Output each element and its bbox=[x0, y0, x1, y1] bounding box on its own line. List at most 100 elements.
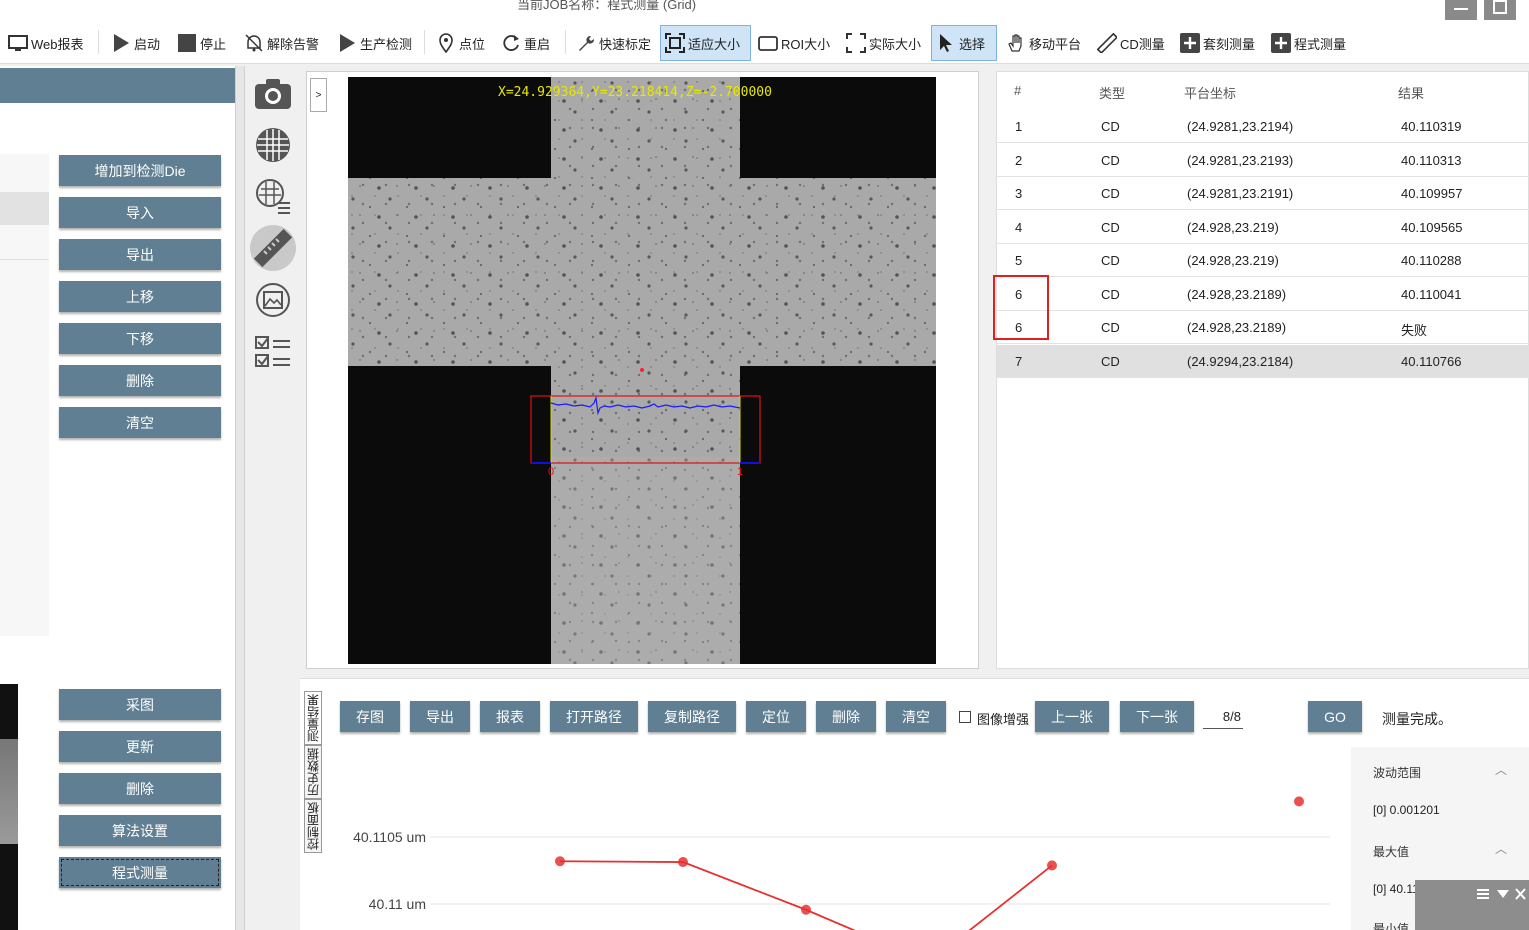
capture-image-button[interactable]: 采图 bbox=[59, 689, 221, 720]
export-button[interactable]: 导出 bbox=[59, 239, 221, 270]
open-path-button[interactable]: 打开路径 bbox=[550, 701, 638, 732]
update-button[interactable]: 更新 bbox=[59, 731, 221, 762]
restart-button[interactable]: 重启 bbox=[497, 25, 554, 61]
result-chart[interactable]: 40.1105 um 40.11 um bbox=[330, 779, 1350, 930]
cell-index: 2 bbox=[1015, 152, 1023, 168]
cell-result: 40.110313 bbox=[1401, 152, 1462, 168]
maximize-icon bbox=[1493, 0, 1507, 14]
point-button[interactable]: 点位 bbox=[432, 25, 489, 61]
expand-panel-button[interactable]: > bbox=[310, 78, 327, 112]
grid-list-tool[interactable] bbox=[250, 173, 296, 219]
actual-size-button[interactable]: 实际大小 bbox=[842, 25, 925, 61]
cell-type: CD bbox=[1101, 253, 1120, 268]
roi-size-button[interactable]: ROI大小 bbox=[754, 25, 834, 61]
point-label: 点位 bbox=[459, 36, 486, 52]
die-list-selected-row[interactable] bbox=[0, 192, 49, 225]
location-pin-icon bbox=[439, 33, 453, 53]
image-enhance-checkbox[interactable] bbox=[959, 711, 971, 723]
delete-button[interactable]: 删除 bbox=[59, 365, 221, 396]
locate-button[interactable]: 定位 bbox=[746, 701, 806, 732]
maximize-button[interactable] bbox=[1484, 0, 1516, 22]
image-enhance-label: 图像增强 bbox=[977, 712, 1030, 727]
move-up-button[interactable]: 上移 bbox=[59, 281, 221, 312]
cell-stage-coord: (24.928,23.219) bbox=[1187, 219, 1279, 235]
move-down-button[interactable]: 下移 bbox=[59, 323, 221, 354]
thumbnail-preview bbox=[0, 684, 18, 930]
minimize-button[interactable] bbox=[1445, 0, 1477, 22]
cell-stage-coord: (24.9294,23.2184) bbox=[1187, 353, 1294, 369]
table-row[interactable]: 5 CD (24.928,23.219) 40.110288 bbox=[997, 244, 1529, 277]
cd-measure-button[interactable]: CD测量 bbox=[1093, 25, 1169, 61]
collapse-range-icon[interactable]: ︿ bbox=[1495, 761, 1507, 778]
clear-results-button[interactable]: 清空 bbox=[886, 701, 946, 732]
measure-tool[interactable] bbox=[250, 225, 296, 271]
delete-result-button[interactable]: 删除 bbox=[816, 701, 876, 732]
delete-image-button[interactable]: 删除 bbox=[59, 773, 221, 804]
results-table: # 类型 平台坐标 结果 1 CD (24.9281,23.2194) 40.1103… bbox=[996, 71, 1529, 669]
recipe-measure-run-button[interactable]: 程式测量 bbox=[59, 857, 221, 888]
clear-button[interactable]: 清空 bbox=[59, 407, 221, 438]
panel-splitter[interactable] bbox=[235, 66, 245, 930]
checklist-tool[interactable] bbox=[250, 329, 296, 375]
cell-result: 40.110041 bbox=[1401, 286, 1462, 302]
table-row[interactable]: 2 CD (24.9281,23.2193) 40.110313 bbox=[997, 144, 1529, 177]
max-title: 最大值 bbox=[1373, 845, 1410, 859]
next-image-button[interactable]: 下一张 bbox=[1120, 701, 1194, 732]
web-report-button[interactable]: Web报表 bbox=[4, 25, 88, 61]
report-button[interactable]: 报表 bbox=[480, 701, 540, 732]
cell-type: CD bbox=[1101, 286, 1120, 302]
grid-tool[interactable] bbox=[250, 122, 296, 168]
save-image-button[interactable]: 存图 bbox=[340, 701, 400, 732]
table-row[interactable]: 4 CD (24.928,23.219) 40.109565 bbox=[997, 211, 1529, 244]
move-stage-button[interactable]: 移动平台 bbox=[1002, 25, 1085, 61]
die-list[interactable] bbox=[0, 154, 49, 636]
tab-control-panel[interactable]: 控制面板 bbox=[304, 799, 322, 853]
prev-image-button[interactable]: 上一张 bbox=[1035, 701, 1109, 732]
table-row[interactable]: 3 CD (24.9281,23.2191) 40.109957 bbox=[997, 177, 1529, 210]
chart-point bbox=[678, 857, 688, 868]
table-row[interactable]: 1 CD (24.9281,23.2194) 40.110319 bbox=[997, 110, 1529, 143]
highlight-annotation bbox=[993, 275, 1049, 340]
floating-dock[interactable] bbox=[1415, 880, 1529, 930]
cd-measure-label: CD测量 bbox=[1120, 36, 1165, 52]
table-row[interactable]: 7 CD (24.9294,23.2184) 40.110766 bbox=[997, 344, 1529, 378]
cell-type: CD bbox=[1101, 219, 1120, 235]
min-title: 最小值 bbox=[1373, 922, 1410, 930]
stop-icon bbox=[178, 34, 196, 52]
production-check-button[interactable]: 生产检测 bbox=[333, 25, 416, 61]
image-tool[interactable] bbox=[250, 277, 296, 323]
tab-history-data[interactable]: 历史数据 bbox=[304, 745, 322, 799]
stop-label: 停止 bbox=[200, 36, 227, 52]
fit-size-button[interactable]: 适应大小 bbox=[660, 25, 751, 61]
clear-alarm-button[interactable]: 解除告警 bbox=[240, 25, 323, 61]
cell-type: CD bbox=[1101, 119, 1120, 134]
export-results-button[interactable]: 导出 bbox=[410, 701, 470, 732]
cell-index: 7 bbox=[1015, 353, 1023, 369]
tab-measure-result[interactable]: 测量结果 bbox=[304, 691, 322, 745]
recipe-measure-button[interactable]: 程式测量 bbox=[1267, 25, 1350, 61]
bottom-panel: 测量结果 历史数据 控制面板 存图 导出 报表 打开路径 复制路径 定位 删除 … bbox=[300, 678, 1529, 930]
vertical-tabs: 测量结果 历史数据 控制面板 bbox=[304, 687, 324, 853]
stop-button[interactable]: 停止 bbox=[173, 25, 230, 61]
plus-box-icon bbox=[1180, 33, 1200, 53]
table-row[interactable]: 6 CD (24.928,23.2189) 失败 bbox=[997, 311, 1529, 344]
table-header: # 类型 平台坐标 结果 bbox=[997, 72, 1529, 110]
import-button[interactable]: 导入 bbox=[59, 197, 221, 228]
chart-point bbox=[1294, 796, 1304, 807]
ruler-tool-icon bbox=[254, 229, 292, 267]
camera-tool[interactable] bbox=[250, 71, 296, 117]
microscope-image[interactable]: X=24.929364,Y=23.218414,Z=-2.700000 0 1 bbox=[348, 77, 936, 664]
go-button[interactable]: GO bbox=[1308, 701, 1362, 732]
table-row[interactable]: 6 CD (24.928,23.2189) 40.110041 bbox=[997, 278, 1529, 311]
collapse-max-icon[interactable]: ︿ bbox=[1495, 840, 1507, 857]
roi-left-tick: 0 bbox=[548, 466, 554, 478]
select-button[interactable]: 选择 bbox=[931, 25, 997, 61]
copy-path-button[interactable]: 复制路径 bbox=[648, 701, 736, 732]
overlay-measure-button[interactable]: 套刻测量 bbox=[1176, 25, 1259, 61]
move-stage-label: 移动平台 bbox=[1029, 36, 1082, 52]
algorithm-settings-button[interactable]: 算法设置 bbox=[59, 815, 221, 846]
start-button[interactable]: 启动 bbox=[107, 25, 164, 61]
add-to-inspection-die-button[interactable]: 增加到检测Die bbox=[59, 155, 221, 186]
page-indicator[interactable]: 8/8 bbox=[1203, 709, 1243, 729]
quick-calibration-button[interactable]: 快速标定 bbox=[572, 25, 655, 61]
